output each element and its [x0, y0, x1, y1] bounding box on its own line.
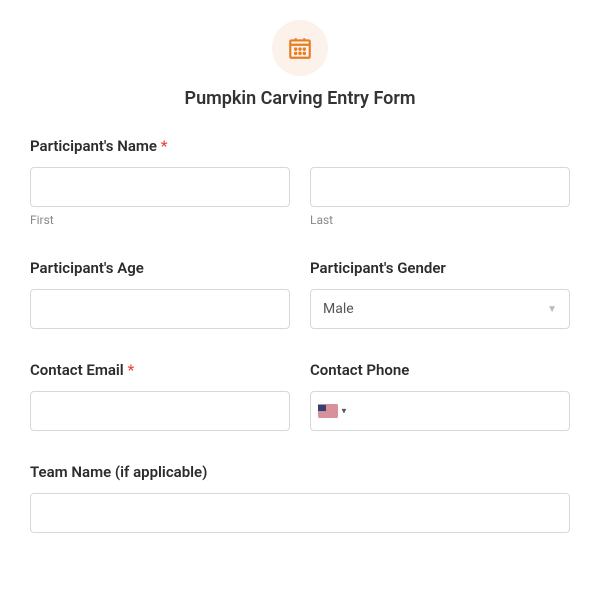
form-header: Pumpkin Carving Entry Form	[30, 20, 570, 109]
gender-label: Participant's Gender	[310, 259, 570, 277]
last-name-sublabel: Last	[310, 213, 570, 227]
email-col: Contact Email *	[30, 361, 290, 431]
age-gender-row: Participant's Age Participant's Gender M…	[30, 259, 570, 329]
team-input[interactable]	[30, 493, 570, 533]
first-name-col: First	[30, 167, 290, 227]
gender-select[interactable]: Male ▼	[310, 289, 570, 329]
email-label: Contact Email *	[30, 361, 290, 379]
team-section: Team Name (if applicable)	[30, 463, 570, 533]
age-col: Participant's Age	[30, 259, 290, 329]
gender-col: Participant's Gender Male ▼	[310, 259, 570, 329]
first-name-input[interactable]	[30, 167, 290, 207]
gender-selected-value: Male	[323, 301, 354, 317]
form-container: Pumpkin Carving Entry Form Participant's…	[0, 0, 600, 553]
phone-col: Contact Phone ▼	[310, 361, 570, 431]
last-name-input[interactable]	[310, 167, 570, 207]
phone-input[interactable]	[310, 391, 570, 431]
contact-row: Contact Email * Contact Phone ▼	[30, 361, 570, 431]
header-icon-circle	[272, 20, 328, 76]
chevron-down-icon: ▼	[547, 304, 557, 315]
name-label: Participant's Name *	[30, 137, 570, 155]
age-input[interactable]	[30, 289, 290, 329]
phone-label: Contact Phone	[310, 361, 570, 379]
name-label-text: Participant's Name	[30, 137, 157, 155]
name-section: Participant's Name * First Last	[30, 137, 570, 227]
form-title: Pumpkin Carving Entry Form	[30, 88, 570, 109]
team-label: Team Name (if applicable)	[30, 463, 570, 481]
phone-input-wrap: ▼	[310, 391, 570, 431]
us-flag-icon	[318, 405, 338, 418]
email-input[interactable]	[30, 391, 290, 431]
country-flag-button[interactable]: ▼	[318, 405, 348, 418]
required-mark: *	[161, 137, 168, 155]
email-label-text: Contact Email	[30, 361, 124, 379]
calendar-icon	[287, 35, 313, 61]
last-name-col: Last	[310, 167, 570, 227]
age-label: Participant's Age	[30, 259, 290, 277]
first-name-sublabel: First	[30, 213, 290, 227]
required-mark: *	[127, 361, 134, 379]
caret-down-icon: ▼	[340, 407, 348, 416]
